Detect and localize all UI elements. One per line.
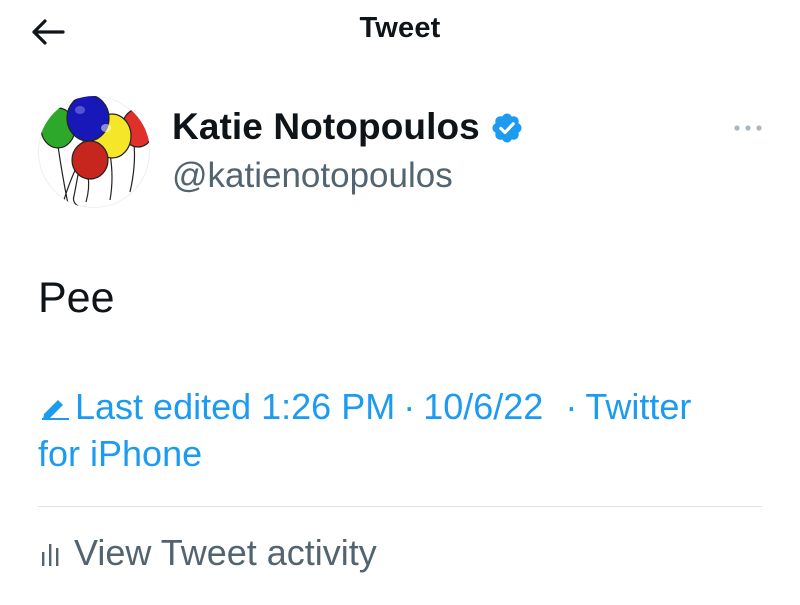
more-options-button[interactable] [728,116,768,140]
tweet-date: 10/6/22 [423,386,544,427]
page-title: Tweet [359,12,441,44]
divider [38,506,762,507]
avatar[interactable] [38,96,150,208]
tweet-meta: Last edited 1:26 PM · 10/6/22 · Twitter for i… [38,383,778,477]
balloons-avatar-image [40,96,150,207]
meta-separator: · [565,386,578,427]
meta-separator: · [403,386,416,427]
tweet-detail-screen: Tweet Katie Notopoulos @katienotopoulos … [0,0,800,605]
author-name-row[interactable]: Katie Notopoulos [172,106,524,148]
author-handle[interactable]: @katienotopoulos [172,156,453,196]
verified-badge-icon [492,113,522,143]
more-dots-icon [734,125,762,131]
edit-history-link[interactable]: Last edited 1:26 PM [38,386,395,427]
display-name: Katie Notopoulos [172,106,480,147]
bar-chart-icon [42,544,59,566]
source-link-continued[interactable]: for iPhone [38,433,202,474]
view-tweet-activity-label: View Tweet activity [74,532,377,573]
source-link[interactable]: Twitter [585,386,691,427]
pencil-icon [42,400,69,420]
tweet-text: Pee [38,274,115,322]
last-edited-label: Last edited 1:26 PM [75,386,396,427]
view-tweet-activity-button[interactable]: View Tweet activity [38,532,377,574]
